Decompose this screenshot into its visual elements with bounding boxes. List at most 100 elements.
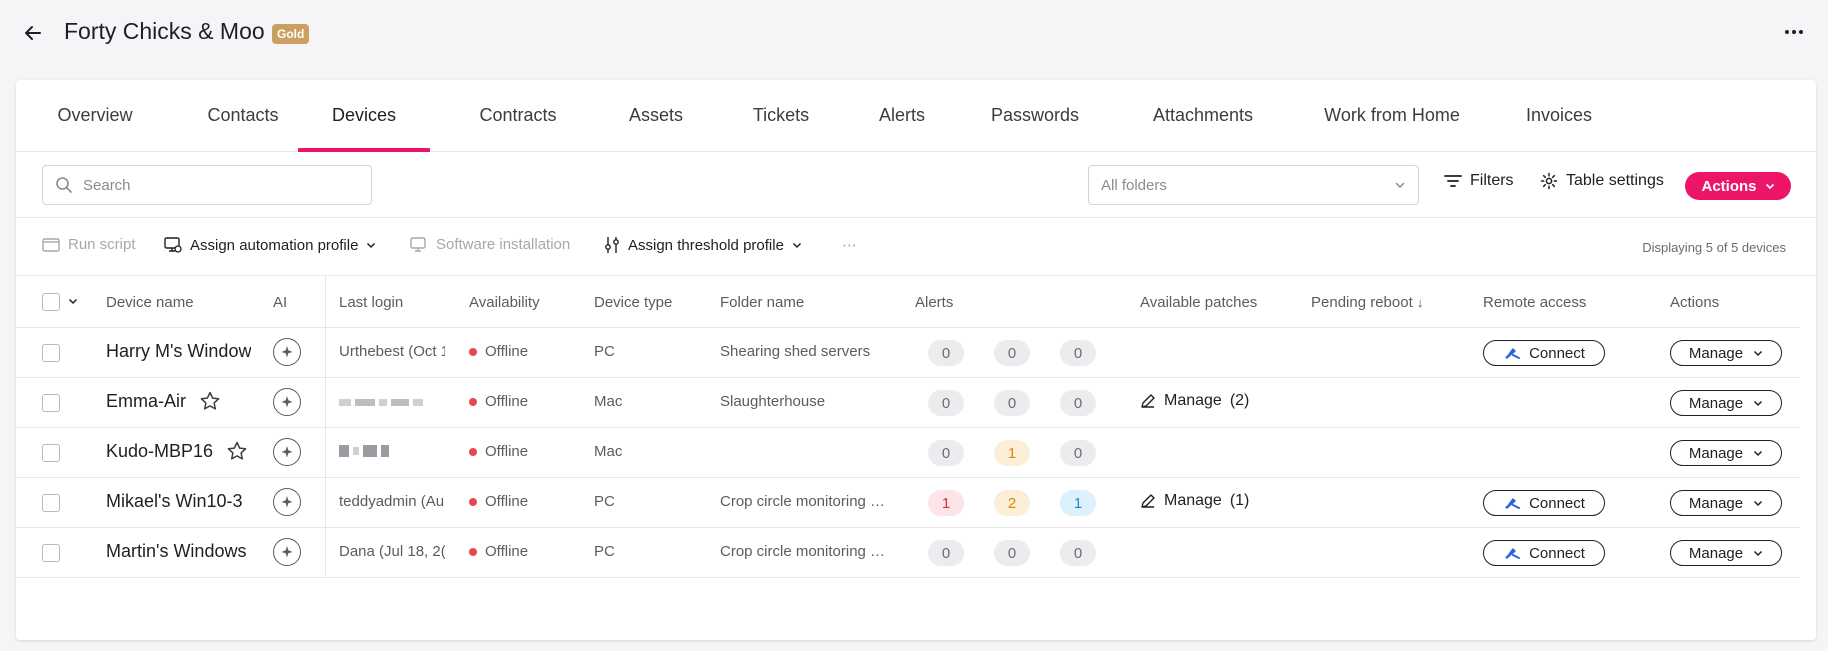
alert-count-critical[interactable]: 0 [928, 540, 964, 566]
chevron-down-icon[interactable] [68, 298, 78, 305]
tab-devices[interactable]: Devices [298, 80, 430, 152]
ai-button[interactable] [273, 438, 301, 466]
run-script-button[interactable]: Run script [42, 236, 136, 253]
alert-count-info[interactable]: 1 [1060, 490, 1096, 516]
column-device-type[interactable]: Device type [594, 294, 672, 311]
offline-dot [469, 547, 477, 556]
table-row[interactable]: Emma-Air Offline Mac Slaughterhouse 0 0 … [16, 378, 1800, 428]
filter-icon [1444, 175, 1462, 187]
row-checkbox[interactable] [42, 544, 60, 562]
folder-select[interactable]: All folders [1088, 165, 1419, 205]
select-all-checkbox[interactable] [42, 293, 60, 311]
device-name-link[interactable]: Kudo-MBP16 [106, 441, 213, 462]
alert-count-info[interactable]: 0 [1060, 440, 1096, 466]
tab-attachments[interactable]: Attachments [1128, 80, 1278, 152]
device-name-link[interactable]: Emma-Air [106, 391, 186, 412]
star-icon[interactable] [199, 390, 221, 412]
column-folder-name[interactable]: Folder name [720, 294, 804, 311]
tab-assets[interactable]: Assets [606, 80, 706, 152]
alert-count-warning[interactable]: 0 [994, 340, 1030, 366]
manage-button[interactable]: Manage [1670, 540, 1782, 566]
ai-button[interactable] [273, 488, 301, 516]
tab-overview[interactable]: Overview [34, 80, 156, 152]
alert-count-critical[interactable]: 0 [928, 390, 964, 416]
last-login: Urthebest (Oct 1 [339, 343, 445, 360]
connect-button[interactable]: Connect [1483, 490, 1605, 516]
more-bulk-actions-button[interactable]: ⋯ [842, 236, 857, 254]
ai-button[interactable] [273, 538, 301, 566]
availability-status: Offline [469, 543, 528, 560]
table-settings-label: Table settings [1566, 172, 1664, 189]
sparkle-icon [281, 496, 293, 508]
alert-count-warning[interactable]: 1 [994, 440, 1030, 466]
column-device-name[interactable]: Device name [106, 294, 194, 311]
back-button[interactable] [20, 20, 46, 46]
device-type: Mac [594, 443, 623, 460]
alert-count-info[interactable]: 0 [1060, 390, 1096, 416]
row-checkbox[interactable] [42, 394, 60, 412]
table-row[interactable]: Mikael's Win10-3 teddyadmin (Au Offline … [16, 478, 1800, 528]
column-pending-reboot[interactable]: Pending reboot ↓ [1311, 294, 1423, 311]
manage-button[interactable]: Manage [1670, 440, 1782, 466]
alert-count-info[interactable]: 0 [1060, 340, 1096, 366]
manage-button[interactable]: Manage [1670, 340, 1782, 366]
alert-count-critical[interactable]: 0 [928, 440, 964, 466]
tab-work-from-home[interactable]: Work from Home [1302, 80, 1482, 152]
arrow-left-icon [25, 26, 41, 40]
ai-button[interactable] [273, 388, 301, 416]
table-row[interactable]: Kudo-MBP16 Offline Mac 0 1 0 Manage [16, 428, 1800, 478]
alert-count-info[interactable]: 0 [1060, 540, 1096, 566]
alert-count-warning[interactable]: 2 [994, 490, 1030, 516]
star-icon[interactable] [226, 440, 248, 462]
column-last-login[interactable]: Last login [339, 294, 403, 311]
manage-button[interactable]: Manage [1670, 390, 1782, 416]
folder-name: Crop circle monitoring … [720, 543, 886, 560]
gear-icon [1540, 172, 1558, 190]
ai-button[interactable] [273, 338, 301, 366]
alert-count-warning[interactable]: 0 [994, 540, 1030, 566]
device-name-link[interactable]: Harry M's Window [106, 341, 251, 362]
connect-button[interactable]: Connect [1483, 340, 1605, 366]
offline-dot [469, 447, 477, 456]
software-installation-button[interactable]: Software installation [410, 236, 570, 253]
tab-contracts[interactable]: Contracts [456, 80, 580, 152]
tab-alerts[interactable]: Alerts [856, 80, 948, 152]
manage-label: Manage [1688, 444, 1744, 462]
row-checkbox[interactable] [42, 344, 60, 362]
tab-contacts[interactable]: Contacts [184, 80, 302, 152]
last-login: teddyadmin (Au [339, 493, 445, 510]
alert-count-warning[interactable]: 0 [994, 390, 1030, 416]
tab-invoices[interactable]: Invoices [1506, 80, 1612, 152]
alert-count-critical[interactable]: 0 [928, 340, 964, 366]
automation-icon [164, 237, 182, 253]
assign-automation-profile-button[interactable]: Assign automation profile [164, 236, 376, 254]
device-name-link[interactable]: Mikael's Win10-3 [106, 491, 242, 512]
table-row[interactable]: Harry M's Window Urthebest (Oct 1 Offlin… [16, 328, 1800, 378]
assign-threshold-profile-button[interactable]: Assign threshold profile [604, 236, 802, 254]
manage-patches-link[interactable]: Manage (2) [1140, 392, 1249, 410]
search-input[interactable] [83, 176, 363, 194]
offline-dot [469, 347, 477, 356]
alert-count-critical[interactable]: 1 [928, 490, 964, 516]
manage-button[interactable]: Manage [1670, 490, 1782, 516]
tab-tickets[interactable]: Tickets [726, 80, 836, 152]
connect-button[interactable]: Connect [1483, 540, 1605, 566]
table-row[interactable]: Martin's Windows Dana (Jul 18, 2( Offlin… [16, 528, 1800, 578]
tab-passwords[interactable]: Passwords [970, 80, 1100, 152]
device-name-link[interactable]: Martin's Windows [106, 541, 246, 562]
column-availability[interactable]: Availability [469, 294, 540, 311]
redacted-text [339, 399, 423, 406]
row-checkbox[interactable] [42, 444, 60, 462]
top-bar: Forty Chicks & Moo Gold [0, 0, 1828, 80]
sparkle-icon [281, 346, 293, 358]
actions-button[interactable]: Actions [1685, 172, 1791, 200]
sparkle-icon [281, 446, 293, 458]
row-checkbox[interactable] [42, 494, 60, 512]
column-available-patches[interactable]: Available patches [1140, 294, 1257, 311]
manage-patches-link[interactable]: Manage (1) [1140, 492, 1249, 510]
more-menu-button[interactable] [1780, 18, 1808, 46]
table-settings-button[interactable]: Table settings [1540, 172, 1664, 190]
tab-bar: Overview Contacts Devices Contracts Asse… [16, 80, 1816, 152]
column-alerts[interactable]: Alerts [915, 294, 953, 311]
filters-button[interactable]: Filters [1444, 172, 1514, 190]
